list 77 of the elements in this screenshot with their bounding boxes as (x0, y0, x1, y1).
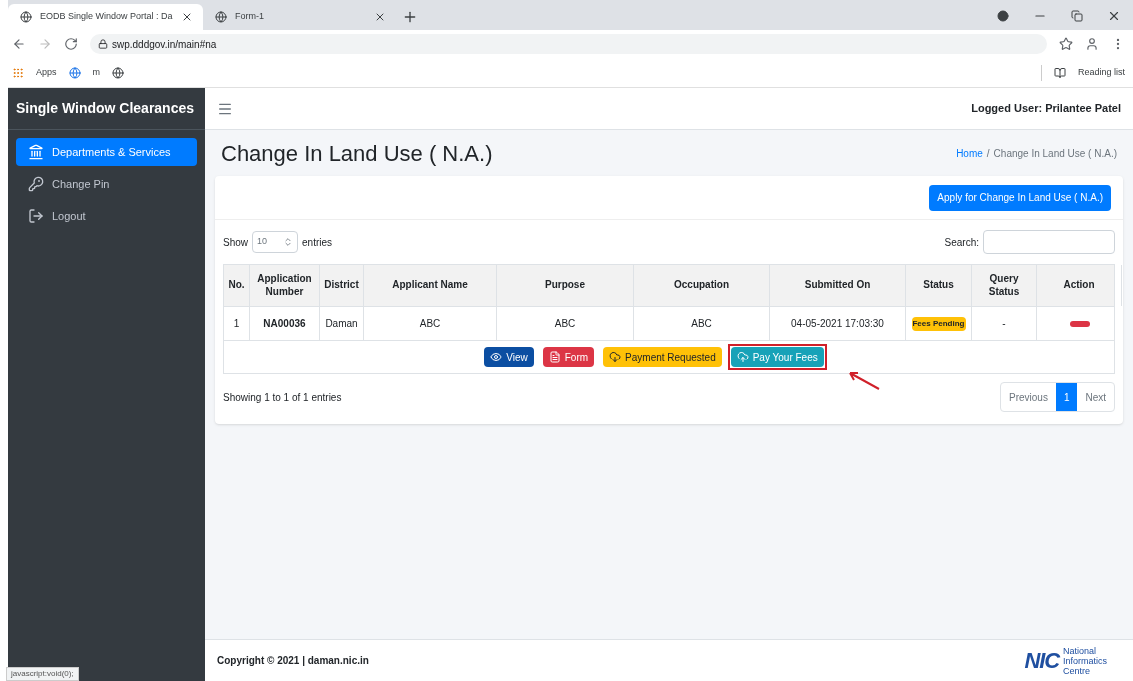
sidebar-item[interactable]: Logout (16, 202, 197, 230)
apply-button[interactable]: Apply for Change In Land Use ( N.A.) (929, 184, 1111, 211)
star-icon[interactable] (1059, 37, 1073, 51)
back-icon[interactable] (12, 37, 26, 51)
eye-icon (490, 351, 503, 363)
pagination-button[interactable]: Next (1077, 383, 1114, 411)
globe-icon (20, 11, 32, 23)
table-info: Showing 1 to 1 of 1 entries (223, 390, 342, 405)
bookmark[interactable]: m (92, 65, 100, 80)
tab-title: EODB Single Window Portal : Da (40, 10, 173, 24)
cloud-upload-icon (736, 351, 749, 363)
close-icon[interactable] (374, 11, 386, 23)
table-cell: 1 (224, 307, 250, 340)
search-label: Search: (944, 235, 979, 250)
globe-icon[interactable] (112, 66, 124, 79)
apps-icon[interactable] (12, 66, 24, 79)
table-cell: 04-05-2021 17:03:30 (770, 307, 906, 340)
payment-button[interactable]: Payment Requested (603, 347, 722, 367)
column-header: Query Status (972, 265, 1037, 306)
select-arrows-icon (283, 237, 293, 247)
column-header: Purpose (497, 265, 634, 306)
lock-icon (98, 39, 108, 49)
extension-icon[interactable] (997, 10, 1009, 22)
bookmark[interactable]: Apps (36, 65, 57, 80)
breadcrumb-link[interactable]: Home (956, 145, 983, 161)
reload-icon[interactable] (64, 37, 78, 51)
action-button[interactable] (1069, 320, 1090, 327)
logout-icon (28, 208, 44, 224)
table-cell: ABC (497, 307, 634, 340)
close-icon[interactable] (1107, 9, 1121, 23)
copyright-text: Copyright © 2021 | daman.nic.in (217, 654, 369, 668)
document-icon (548, 351, 561, 363)
reading-list-link[interactable]: Reading list (1077, 65, 1125, 80)
page-size-select[interactable]: 10 (252, 231, 298, 253)
globe-icon[interactable] (68, 66, 81, 79)
show-label: Show (223, 235, 248, 250)
table-cell: ABC (364, 307, 497, 340)
column-header: Action (1037, 265, 1122, 306)
tab-title: Form-1 (235, 10, 265, 24)
sidebar-item[interactable]: Departments & Services (16, 138, 197, 166)
logged-user: Logged User: Prilantee Patel (971, 101, 1121, 117)
column-header: District (320, 265, 364, 306)
key-icon (28, 176, 44, 192)
column-header: Application Number (250, 265, 320, 306)
bank-icon (28, 144, 44, 160)
pagination-button[interactable]: Previous (1000, 383, 1056, 411)
column-header: Status (906, 265, 972, 306)
browser-tab[interactable]: Form-1 (203, 4, 398, 30)
column-header: Submitted On (770, 265, 906, 306)
search-field[interactable] (983, 230, 1115, 254)
view-button[interactable]: View (484, 347, 534, 367)
browser-tab[interactable]: EODB Single Window Portal : Da (8, 4, 203, 30)
table-cell: Daman (320, 307, 364, 340)
column-header: Occupation (634, 265, 770, 306)
globe-icon (215, 11, 227, 23)
breadcrumb-current: Change In Land Use ( N.A.) (993, 146, 1117, 161)
reading-list-icon[interactable] (1053, 66, 1066, 79)
sidebar-title: Single Window Clearances (16, 99, 195, 118)
page-title: Change In Land Use ( N.A.) (221, 139, 493, 168)
sidebar-item[interactable]: Change Pin (16, 170, 197, 198)
cloud-icon (609, 351, 622, 363)
form-button[interactable]: Form (542, 347, 595, 367)
table-cell: - (972, 307, 1037, 340)
address-bar[interactable]: swp.dddgov.in/main#na (90, 34, 1047, 54)
new-tab-icon[interactable] (402, 9, 418, 25)
status-url: javascript:void(0); (6, 667, 79, 681)
entries-label: entries (302, 235, 333, 250)
profile-icon[interactable] (1085, 37, 1099, 51)
table-cell: ABC (634, 307, 770, 340)
column-header: Applicant Name (364, 265, 497, 306)
breadcrumb-separator: / (986, 146, 990, 161)
url-text: swp.dddgov.in/main#na (112, 37, 217, 52)
column-header: No. (224, 265, 250, 306)
restore-icon[interactable] (1071, 10, 1083, 22)
table-cell: NA00036 (250, 307, 320, 340)
pagination-button[interactable]: 1 (1055, 383, 1078, 411)
status-badge: Fees Pending (911, 316, 966, 331)
